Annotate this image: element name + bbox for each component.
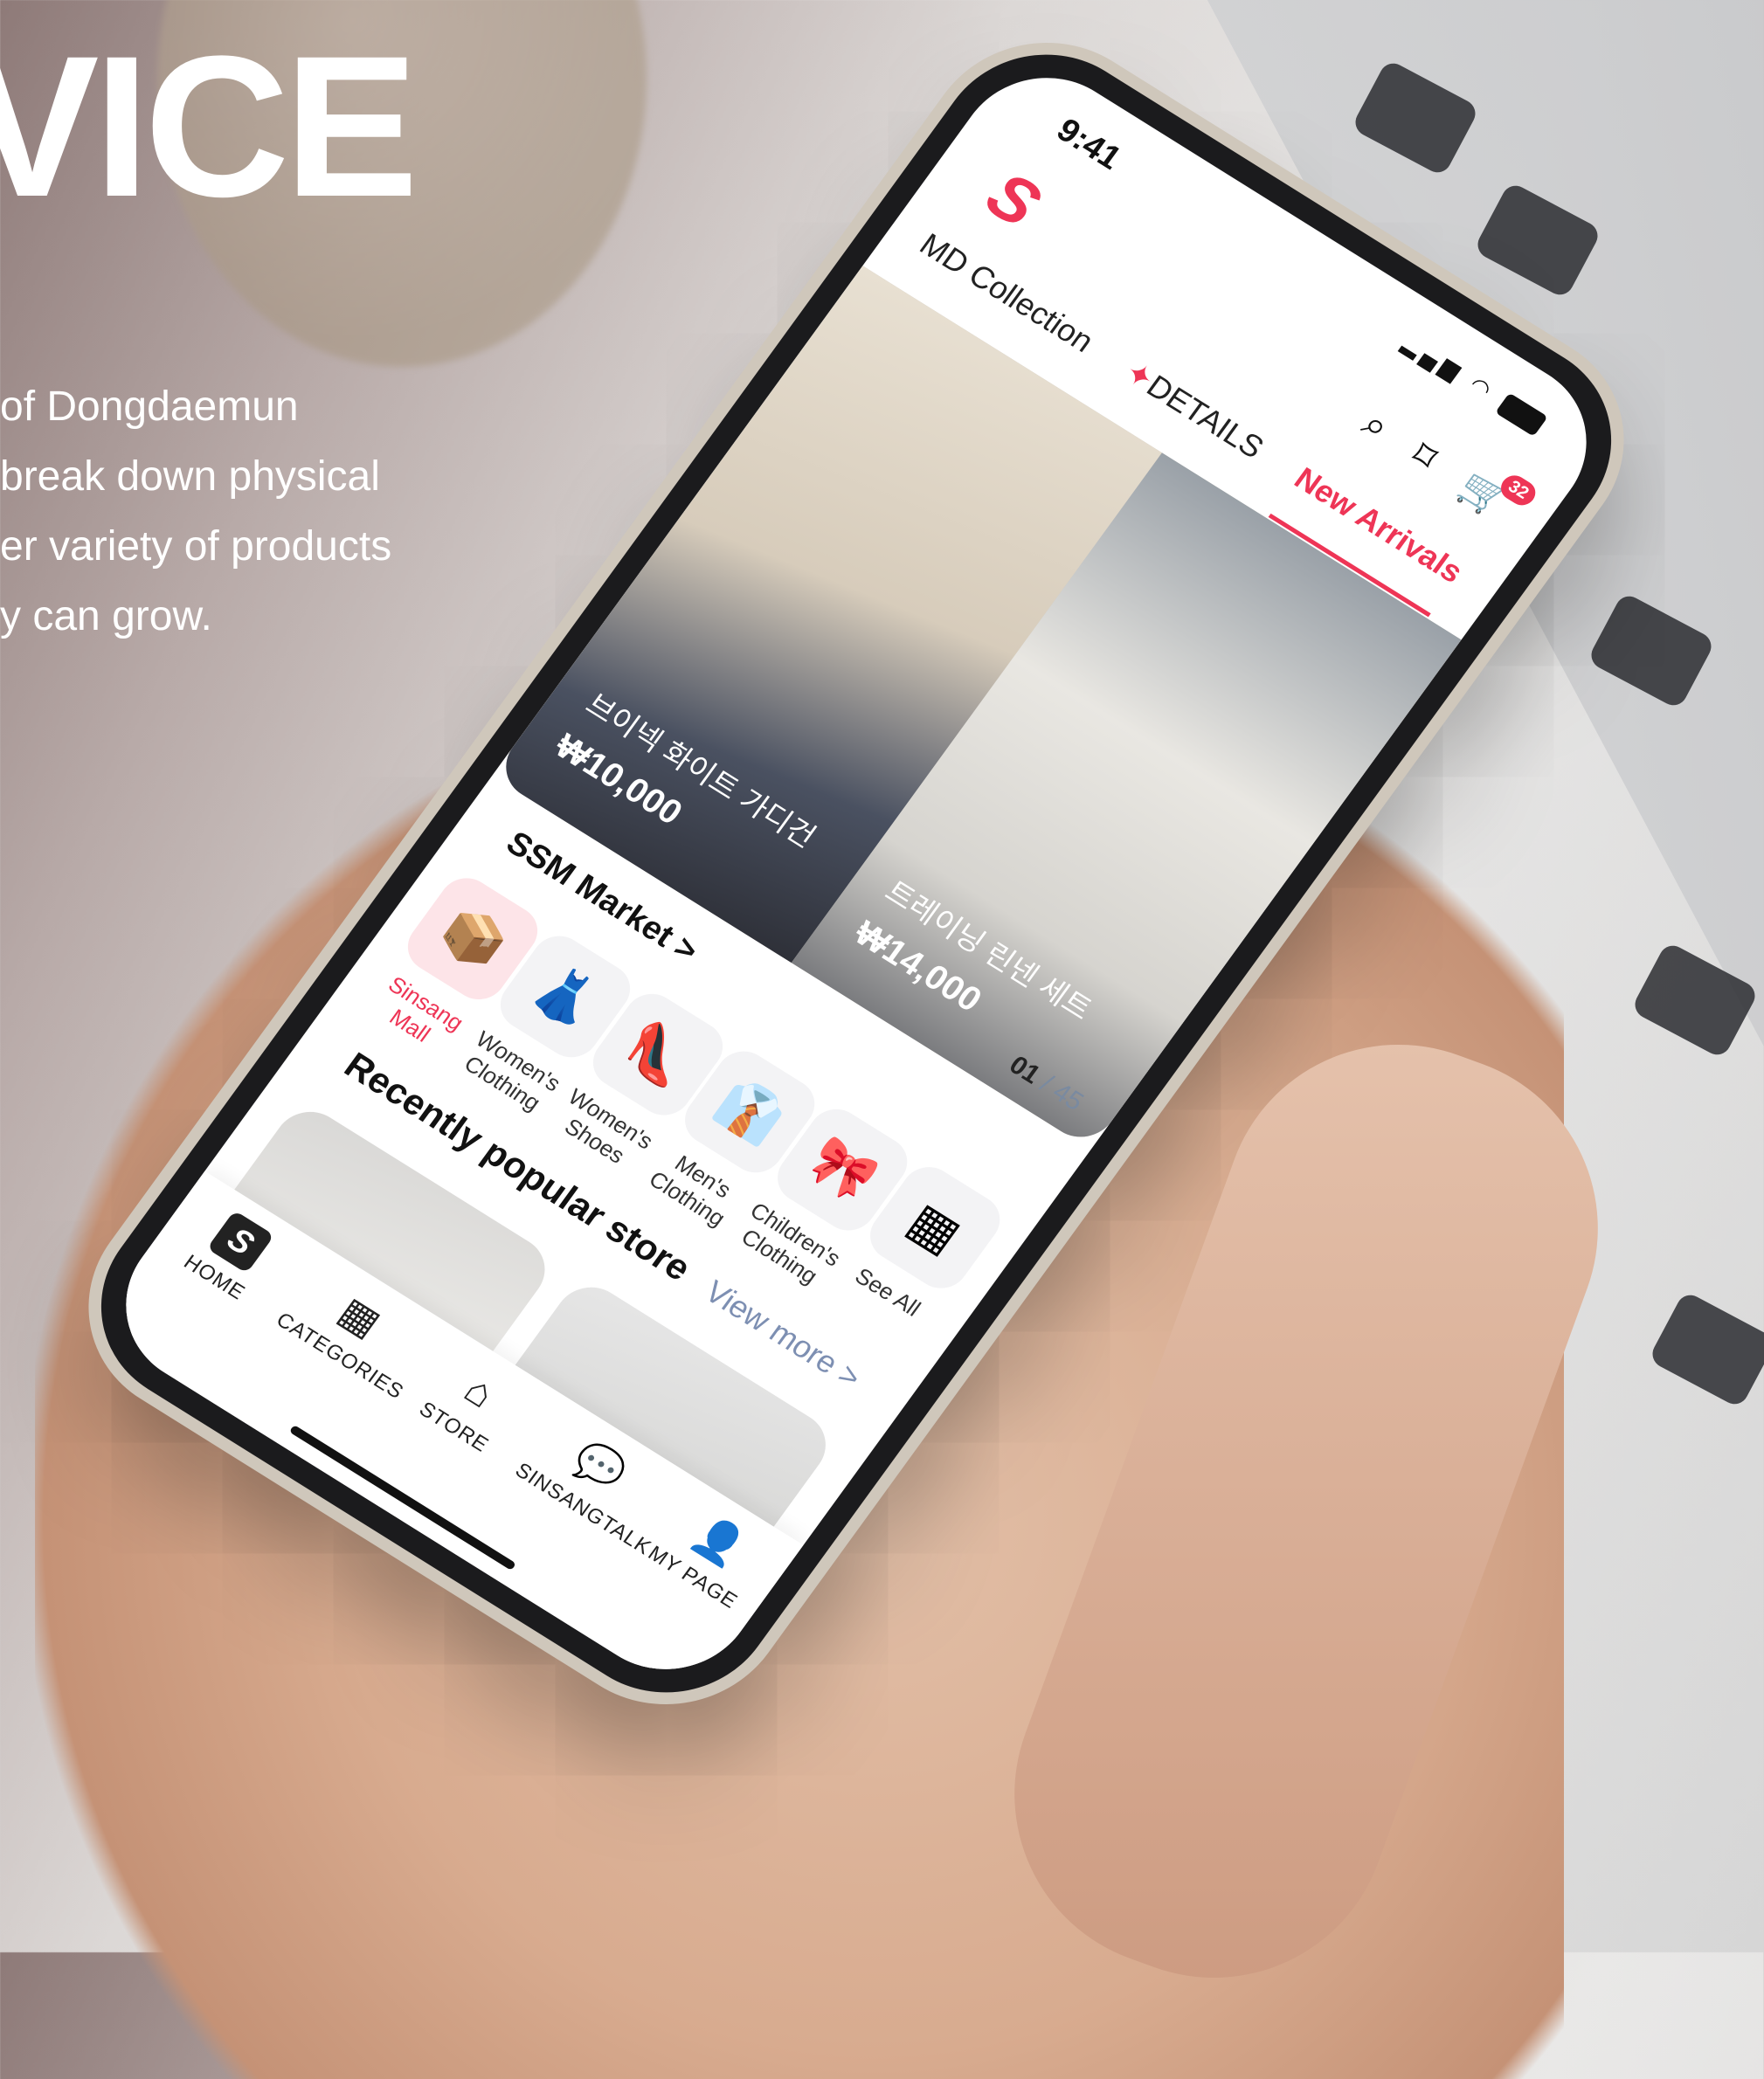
- wifi-icon: ◠: [1464, 370, 1502, 406]
- hero-line: of Dongdaemun: [0, 383, 299, 430]
- sinsang-logo-icon[interactable]: S: [972, 158, 1064, 245]
- s-logo-icon: S: [206, 1210, 274, 1274]
- cart-badge: 32: [1495, 470, 1541, 510]
- search-icon[interactable]: ⌕: [1354, 402, 1398, 449]
- hero-line: break down physical: [0, 453, 380, 500]
- status-time: 9:41: [1049, 112, 1128, 177]
- keyboard-key: [1647, 1290, 1764, 1409]
- bookmark-icon[interactable]: ⌑: [1403, 432, 1446, 479]
- hero-line: er variety of products: [0, 523, 392, 570]
- banner-counter: 01 / 45: [1003, 1051, 1089, 1117]
- banner-counter-total: / 45: [1034, 1069, 1090, 1117]
- hero-line: y can grow.: [0, 593, 212, 639]
- signal-icon: ▂▄▆: [1398, 329, 1470, 387]
- battery-icon: [1495, 392, 1548, 437]
- cart-icon[interactable]: 🛒 32: [1450, 462, 1541, 524]
- hero-title: VICE: [0, 14, 419, 238]
- banner-counter-current: 01: [1003, 1050, 1046, 1090]
